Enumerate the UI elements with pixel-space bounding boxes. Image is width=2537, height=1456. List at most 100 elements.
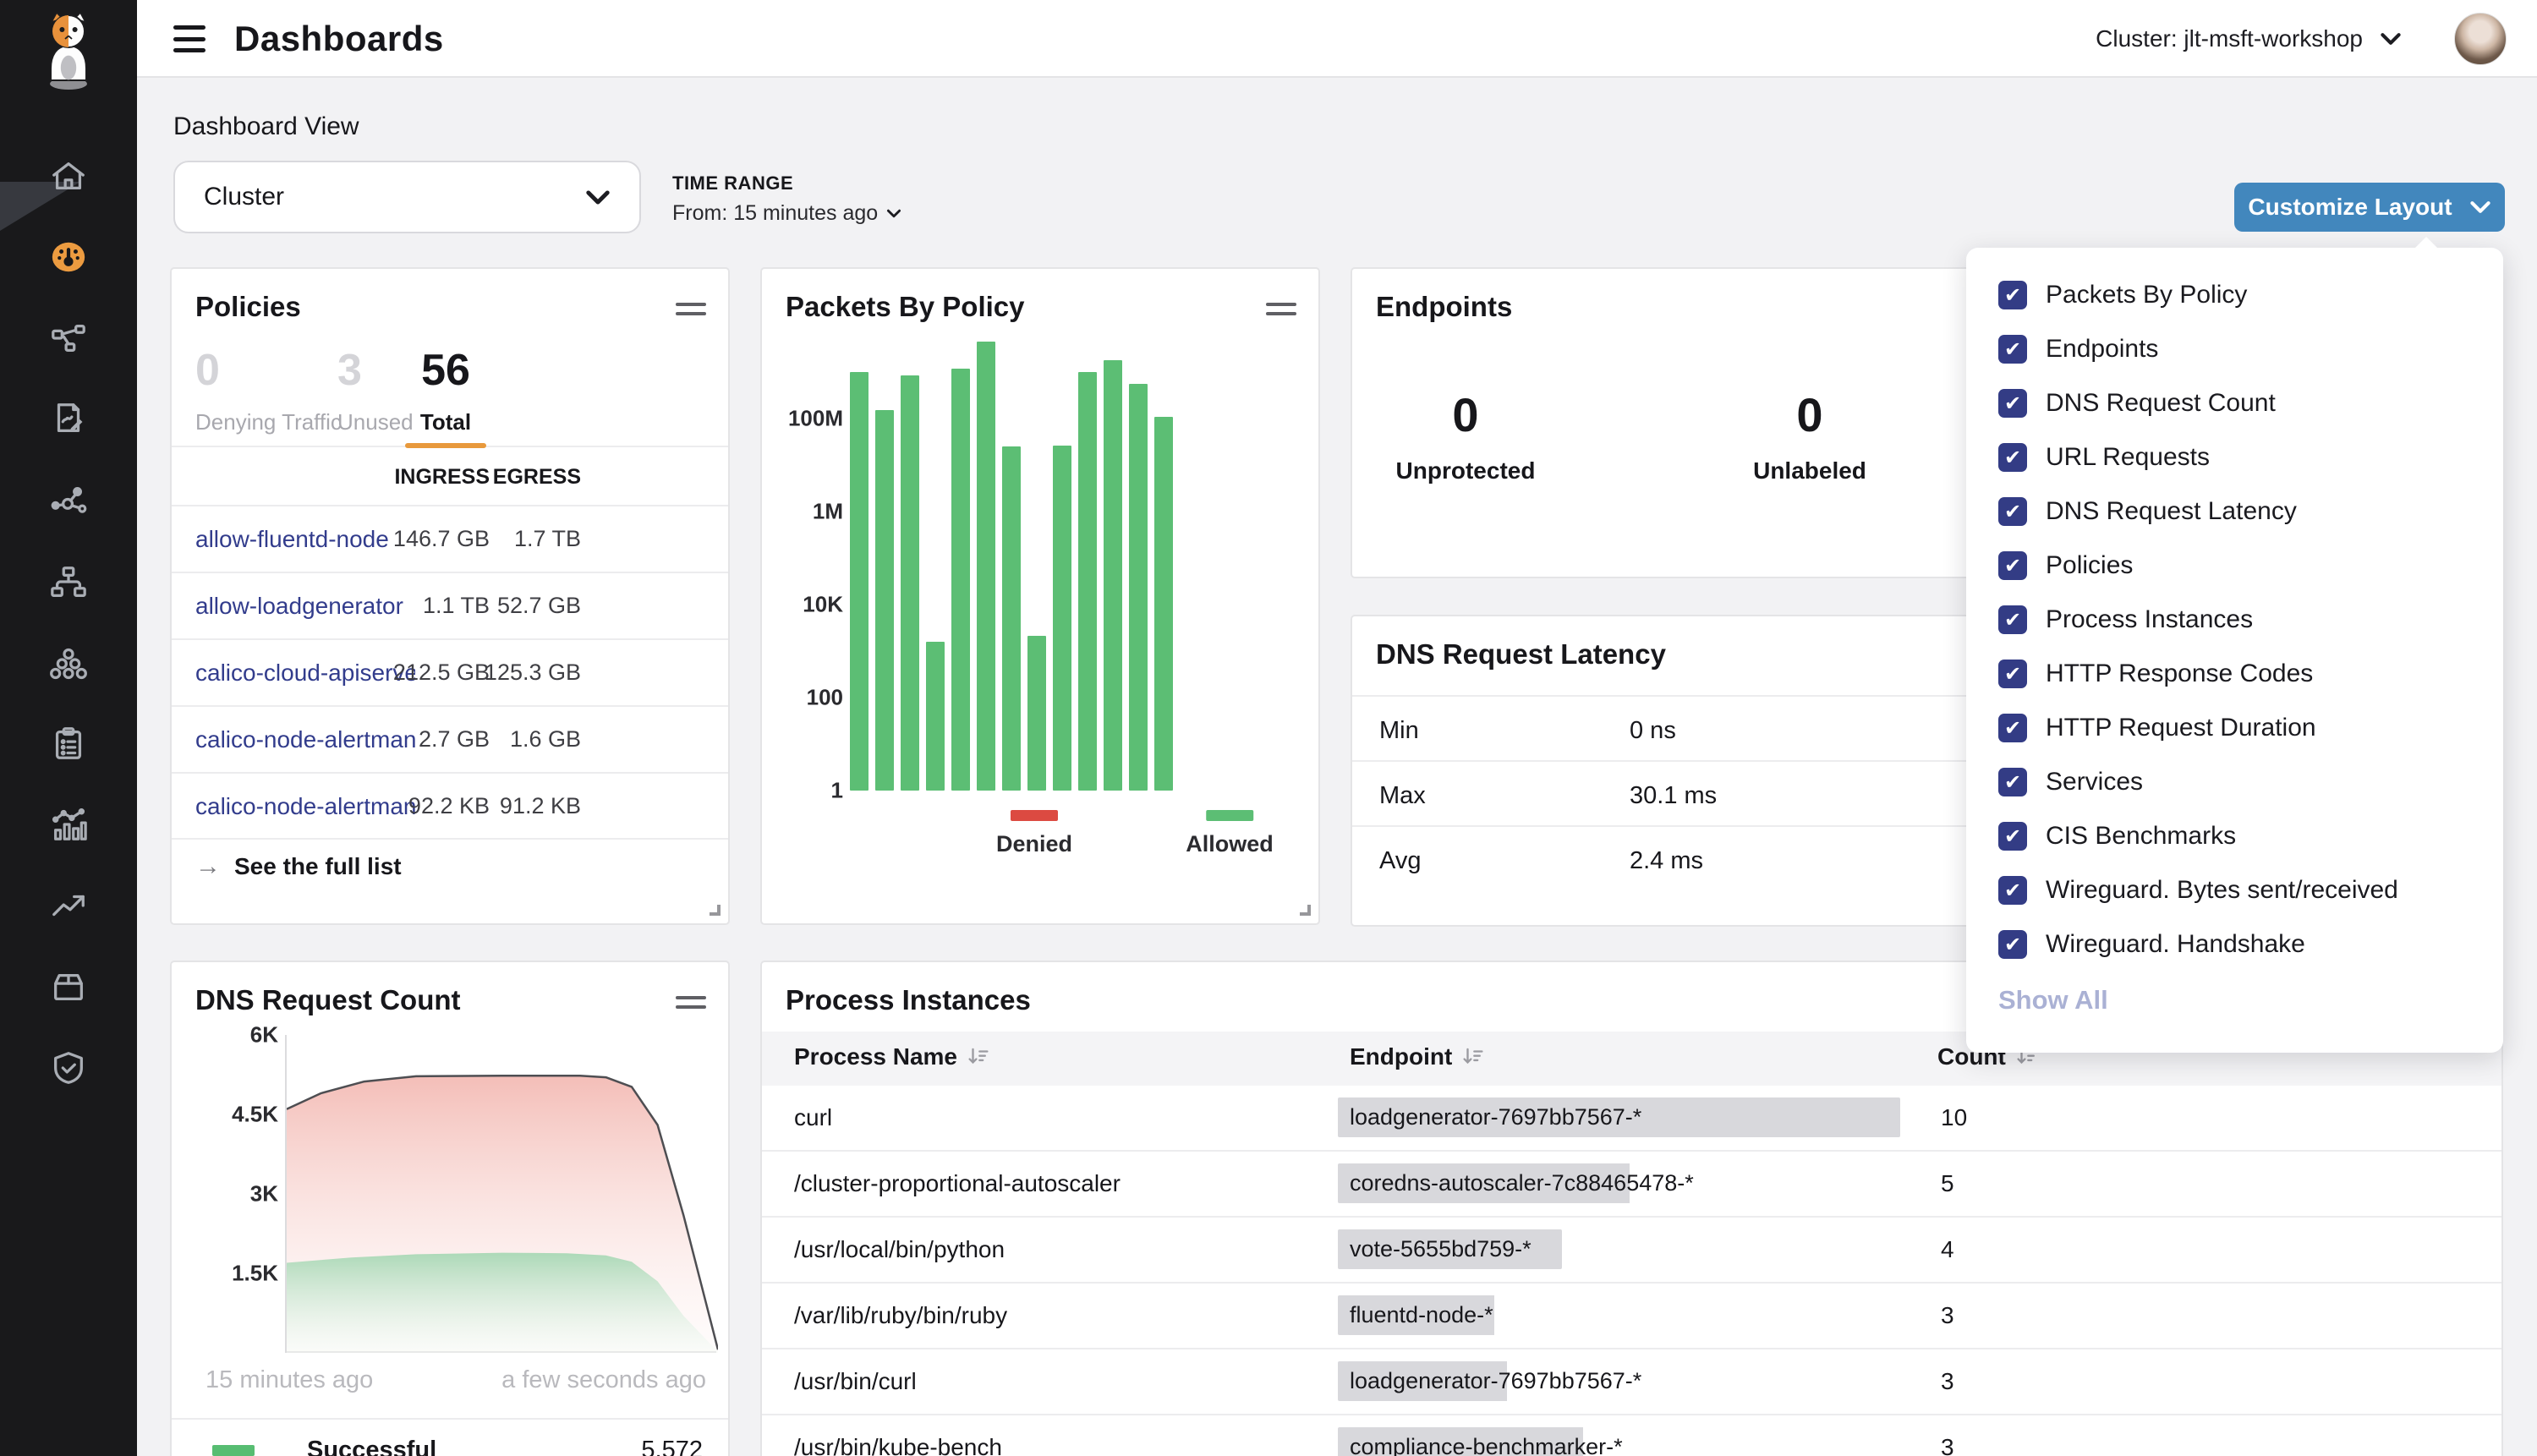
bar[interactable] [1053,446,1071,791]
bar[interactable] [951,369,970,791]
time-range-value-control[interactable]: From: 15 minutes ago [672,201,901,226]
policy-link[interactable]: calico-cloud-apiserver-… [195,660,415,687]
layout-toggle-item[interactable]: ✔URL Requests [1966,430,2503,484]
policy-link[interactable]: allow-fluentd-node [195,526,389,553]
gauge-icon [49,238,88,276]
layout-toggle-label: Wireguard. Bytes sent/received [2046,876,2398,905]
process-row: /cluster-proportional-autoscalercoredns-… [762,1152,2501,1218]
checkbox-checked-icon[interactable]: ✔ [1998,930,2027,959]
policy-link[interactable]: calico-node-alertmana… [195,793,415,820]
checkbox-checked-icon[interactable]: ✔ [1998,281,2027,309]
sidebar-item-trends[interactable] [49,886,88,925]
dashboard-view-select[interactable]: Cluster [173,161,641,233]
bar[interactable] [850,372,868,791]
layout-toggle-item[interactable]: ✔Endpoints [1966,322,2503,376]
policy-egress-value: 125.3 GB [485,660,581,686]
layout-toggle-item[interactable]: ✔CIS Benchmarks [1966,809,2503,863]
layout-toggle-item[interactable]: ✔Policies [1966,539,2503,593]
bar[interactable] [1002,446,1021,791]
bar[interactable] [875,410,894,791]
endpoint-chip: loadgenerator-7697bb7567-* [1338,1361,1653,1401]
column-header-endpoint[interactable]: Endpoint [1350,1043,1484,1070]
checkbox-checked-icon[interactable]: ✔ [1998,660,2027,688]
checkbox-checked-icon[interactable]: ✔ [1998,876,2027,905]
checkbox-checked-icon[interactable]: ✔ [1998,822,2027,851]
stat-label: Denying Traffic [195,409,342,435]
sidebar-item-home[interactable] [49,157,88,196]
process-row: /usr/bin/kube-benchcompliance-benchmarke… [762,1415,2501,1456]
layout-toggle-item[interactable]: ✔Services [1966,755,2503,809]
resize-handle[interactable] [1300,905,1311,916]
bar[interactable] [926,642,945,791]
stat-label: Total [390,409,501,435]
sidebar-item-packages[interactable] [49,967,88,1006]
sidebar-item-dashboards[interactable] [49,238,88,276]
column-header-process-name[interactable]: Process Name [794,1043,989,1070]
bar[interactable] [1078,372,1097,791]
checkbox-checked-icon[interactable]: ✔ [1998,443,2027,472]
checkbox-checked-icon[interactable]: ✔ [1998,497,2027,526]
policy-link[interactable]: allow-loadgenerator [195,593,403,620]
bar[interactable] [1129,384,1148,791]
layout-toggle-item[interactable]: ✔DNS Request Latency [1966,484,2503,539]
layout-toggle-item[interactable]: ✔Process Instances [1966,593,2503,647]
layout-toggle-item[interactable]: ✔HTTP Request Duration [1966,701,2503,755]
sidebar-item-security[interactable] [49,1048,88,1087]
drag-handle-icon[interactable] [676,996,706,1015]
bar[interactable] [1104,360,1122,791]
layout-toggle-item[interactable]: ✔DNS Request Count [1966,376,2503,430]
policies-stat-tab[interactable]: 0Denying Traffic [195,345,342,435]
checkbox-checked-icon[interactable]: ✔ [1998,551,2027,580]
calico-cat-logo[interactable] [38,10,99,96]
process-count: 3 [1941,1368,1954,1395]
layout-toggle-item[interactable]: ✔Wireguard. Handshake [1966,917,2503,972]
legend-item[interactable]: Denied [996,810,1072,857]
card-title: Process Instances [786,984,1031,1016]
sidebar-item-analytics[interactable] [49,806,88,845]
show-all-link[interactable]: Show All [1998,985,2108,1015]
bar[interactable] [977,342,995,791]
policies-stat-tab[interactable]: 56Total [390,345,501,435]
sidebar-item-compliance[interactable] [49,725,88,764]
sidebar-item-hierarchy[interactable] [49,563,88,602]
layout-toggle-item[interactable]: ✔ Wireguard. Bytes sent/received [1966,863,2503,917]
checkbox-checked-icon[interactable]: ✔ [1998,389,2027,418]
bar[interactable] [1027,636,1046,791]
sidebar-item-report[interactable] [49,399,88,438]
drag-handle-icon[interactable] [1266,303,1296,321]
hamburger-menu-button[interactable] [173,25,205,52]
policy-link[interactable]: calico-node-alertmana… [195,726,415,753]
sidebar-item-graph[interactable] [49,482,88,521]
customize-layout-dropdown: ✔Packets By Policy✔Endpoints✔DNS Request… [1966,248,2503,1053]
policy-ingress-value: 146.7 GB [393,526,490,552]
bar[interactable] [1154,417,1173,791]
dns-request-count-card: DNS Request Count 1.5K3K4.5K6K [170,961,730,1456]
checkbox-checked-icon[interactable]: ✔ [1998,768,2027,796]
policy-row: allow-loadgenerator1.1 TB52.7 GB [172,572,728,638]
dns-legend: Successful 5,572 [172,1418,728,1456]
latency-metric-value: 2.4 ms [1630,847,1703,875]
customize-layout-button[interactable]: Customize Layout [2234,183,2505,232]
see-full-list-link[interactable]: → See the full list [172,838,728,894]
sidebar-item-clusters[interactable] [49,643,88,682]
resize-handle[interactable] [710,905,721,916]
column-label: Process Name [794,1043,957,1070]
process-row: /usr/bin/curlloadgenerator-7697bb7567-*3 [762,1349,2501,1415]
legend-item[interactable]: Allowed [1186,810,1274,857]
checkbox-checked-icon[interactable]: ✔ [1998,335,2027,364]
axis-tick-label: 100M [788,406,843,432]
dns-area-chart [287,1035,718,1353]
checkbox-checked-icon[interactable]: ✔ [1998,605,2027,634]
legend-item[interactable]: Successful 5,572 [172,1420,728,1456]
cluster-selector[interactable]: Cluster: jlt-msft-workshop [2096,0,2402,78]
endpoint-stat: 0Unprotected [1396,387,1536,484]
checkbox-checked-icon[interactable]: ✔ [1998,714,2027,742]
bar[interactable] [901,375,919,791]
layout-toggle-item[interactable]: ✔Packets By Policy [1966,268,2503,322]
user-avatar[interactable] [2454,13,2507,65]
endpoint-chip: coredns-autoscaler-7c88465478-* [1338,1163,1706,1203]
sidebar-item-network[interactable] [49,319,88,358]
layout-toggle-item[interactable]: ✔HTTP Response Codes [1966,647,2503,701]
app-root: Dashboards Cluster: jlt-msft-workshop Da… [0,0,2537,1456]
see-full-list-label: See the full list [234,853,402,880]
